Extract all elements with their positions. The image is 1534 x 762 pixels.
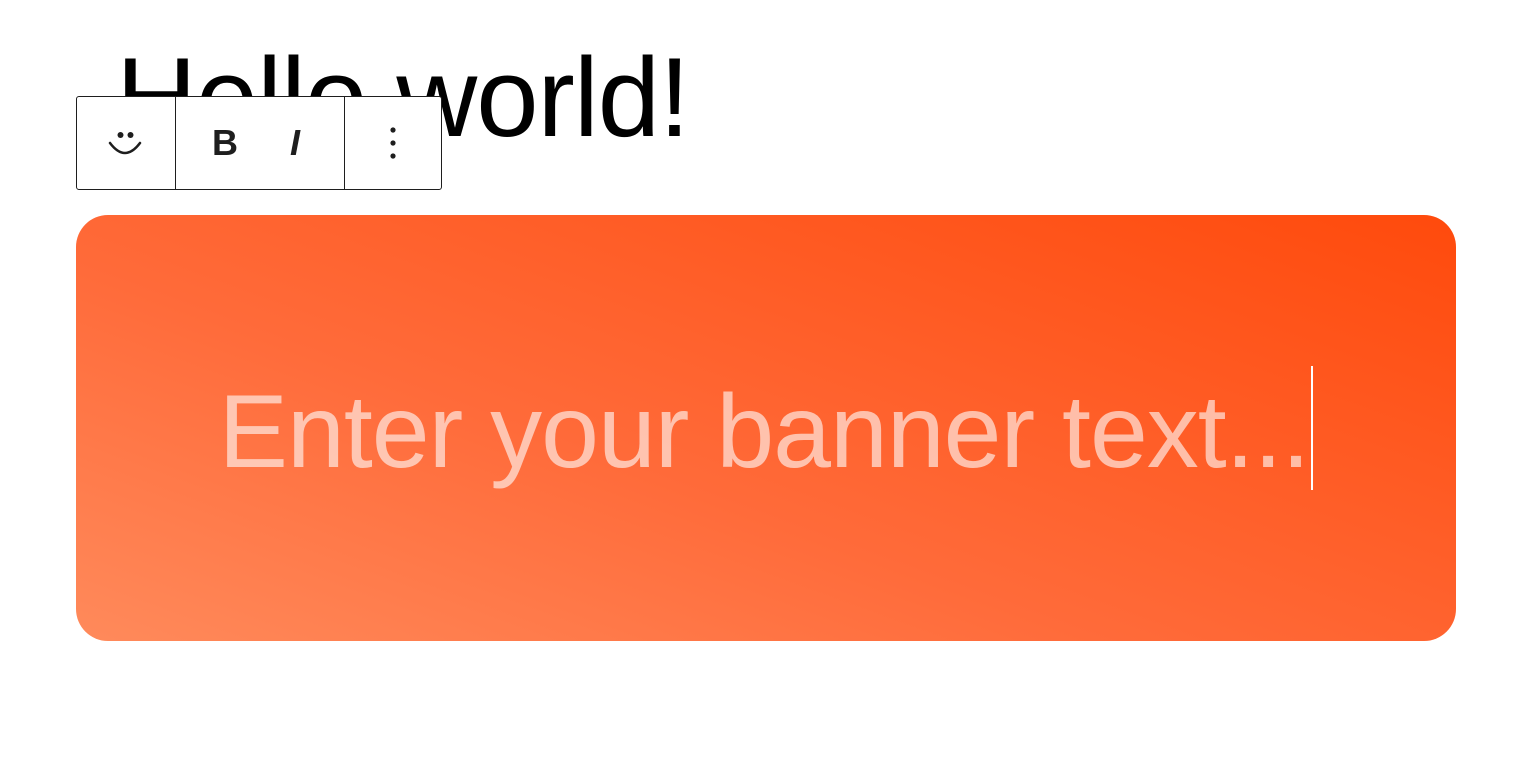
toolbar-group-emoji — [77, 97, 175, 189]
toolbar-group-options — [344, 97, 441, 189]
toolbar-group-format: B I — [175, 97, 344, 189]
bold-button[interactable]: B — [201, 119, 249, 167]
more-options-button[interactable] — [369, 119, 417, 167]
smile-icon — [108, 132, 142, 155]
emoji-button[interactable] — [102, 119, 150, 167]
more-vertical-icon — [390, 127, 396, 159]
italic-button[interactable]: I — [271, 119, 319, 167]
italic-icon: I — [289, 122, 300, 163]
banner-placeholder: Enter your banner text... — [218, 374, 1311, 490]
bold-icon: B — [212, 122, 238, 163]
text-caret — [1311, 366, 1314, 490]
banner-text-input[interactable]: Enter your banner text... — [218, 366, 1314, 492]
banner-block[interactable]: Enter your banner text... — [76, 215, 1456, 641]
block-toolbar: B I — [76, 96, 442, 190]
